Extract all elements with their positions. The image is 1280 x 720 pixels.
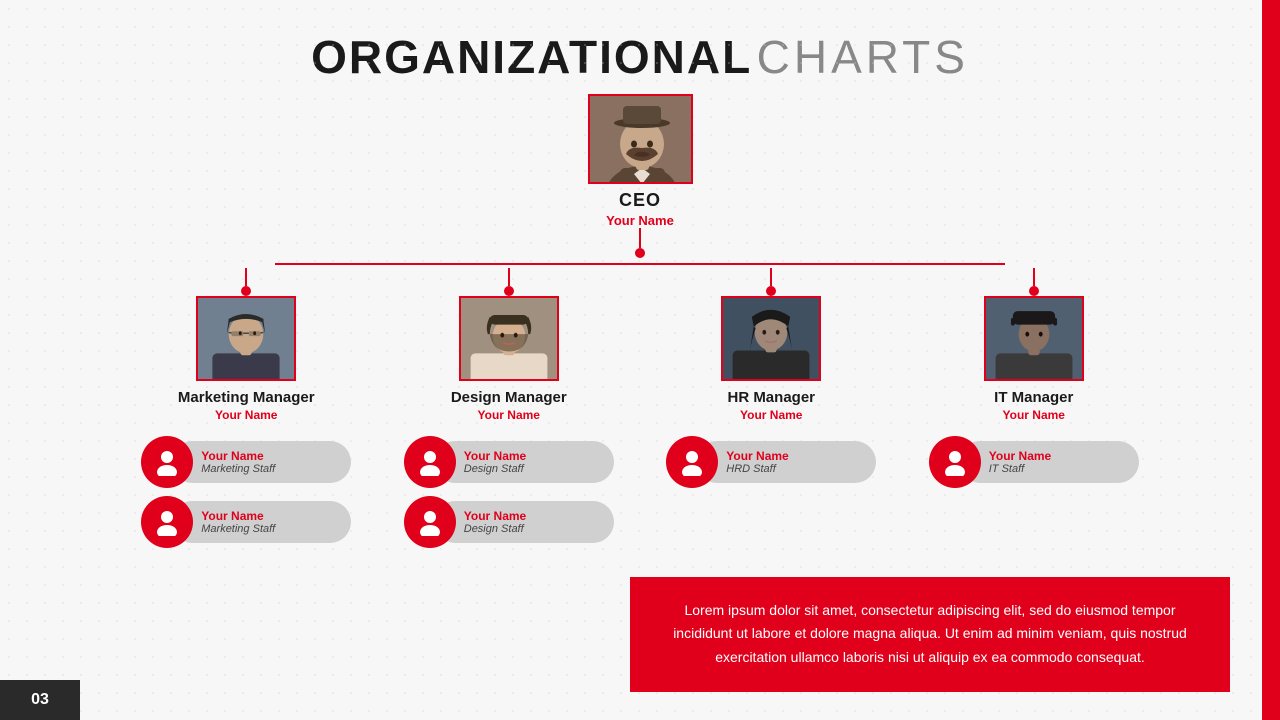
staff-avatar (666, 436, 718, 488)
title-area: ORGANIZATIONAL CHARTS (0, 0, 1280, 84)
staff-role: Marketing Staff (201, 523, 337, 535)
ceo-role-label: CEO (619, 190, 661, 211)
v-connector (245, 268, 247, 286)
staff-avatar (141, 436, 193, 488)
staff-list-hr: Your NameHRD Staff (666, 436, 876, 488)
horizontal-connector (160, 258, 1120, 268)
manager-photo-hr (721, 296, 821, 381)
ceo-photo (588, 94, 693, 184)
managers-row: Marketing ManagerYour Name Your NameMark… (115, 268, 1165, 548)
staff-info: Your NameDesign Staff (434, 441, 614, 483)
staff-name: Your Name (201, 449, 337, 463)
staff-card: Your NameDesign Staff (404, 436, 614, 488)
staff-name: Your Name (726, 449, 862, 463)
staff-role: IT Staff (989, 463, 1125, 475)
staff-avatar (404, 496, 456, 548)
staff-avatar (141, 496, 193, 548)
staff-avatar (929, 436, 981, 488)
staff-info: Your NameMarketing Staff (171, 441, 351, 483)
staff-role: Design Staff (464, 463, 600, 475)
manager-name-marketing: Your Name (215, 408, 277, 422)
ceo-connector-line (639, 228, 641, 248)
staff-role: Marketing Staff (201, 463, 337, 475)
connector-dot (241, 286, 251, 296)
staff-card: Your NameIT Staff (929, 436, 1139, 488)
staff-name: Your Name (464, 509, 600, 523)
staff-name: Your Name (464, 449, 600, 463)
v-connector (770, 268, 772, 286)
ceo-node: CEO Your Name (588, 94, 693, 228)
staff-role: Design Staff (464, 523, 600, 535)
manager-name-it: Your Name (1003, 408, 1065, 422)
staff-list-marketing: Your NameMarketing Staff Your NameMarket… (141, 436, 351, 548)
org-chart: CEO Your Name Marketing Manager Your Name… (0, 94, 1280, 548)
page-number: 03 (0, 680, 80, 720)
manager-title-design: Design Manager (451, 389, 567, 406)
manager-photo-design (459, 296, 559, 381)
staff-info: Your NameIT Staff (959, 441, 1139, 483)
staff-info: Your NameDesign Staff (434, 501, 614, 543)
staff-card: Your NameMarketing Staff (141, 436, 351, 488)
staff-card: Your NameMarketing Staff (141, 496, 351, 548)
manager-node-hr: HR ManagerYour Name Your NameHRD Staff (651, 268, 891, 548)
connector-dot (1029, 286, 1039, 296)
manager-node-design: Design ManagerYour Name Your NameDesign … (389, 268, 629, 548)
staff-card: Your NameDesign Staff (404, 496, 614, 548)
connector-dot (766, 286, 776, 296)
lorem-text: Lorem ipsum dolor sit amet, consectetur … (660, 599, 1200, 670)
h-line (275, 263, 1005, 265)
manager-photo-it (984, 296, 1084, 381)
connector-dot (504, 286, 514, 296)
manager-name-hr: Your Name (740, 408, 802, 422)
staff-avatar (404, 436, 456, 488)
staff-name: Your Name (989, 449, 1125, 463)
v-connector (508, 268, 510, 286)
manager-title-marketing: Marketing Manager (178, 389, 315, 406)
staff-name: Your Name (201, 509, 337, 523)
manager-name-design: Your Name (478, 408, 540, 422)
lorem-box: Lorem ipsum dolor sit amet, consectetur … (630, 577, 1230, 692)
staff-list-it: Your NameIT Staff (929, 436, 1139, 488)
staff-card: Your NameHRD Staff (666, 436, 876, 488)
ceo-name: Your Name (606, 213, 674, 228)
title-light: CHARTS (757, 31, 969, 83)
manager-photo-marketing (196, 296, 296, 381)
staff-info: Your NameMarketing Staff (171, 501, 351, 543)
staff-role: HRD Staff (726, 463, 862, 475)
manager-title-hr: HR Manager (727, 389, 815, 406)
staff-info: Your NameHRD Staff (696, 441, 876, 483)
title-bold: ORGANIZATIONAL (311, 31, 752, 83)
manager-title-it: IT Manager (994, 389, 1073, 406)
v-connector (1033, 268, 1035, 286)
staff-list-design: Your NameDesign Staff Your NameDesign St… (404, 436, 614, 548)
manager-node-marketing: Marketing ManagerYour Name Your NameMark… (126, 268, 366, 548)
manager-node-it: IT ManagerYour Name Your NameIT Staff (914, 268, 1154, 548)
ceo-dot (635, 248, 645, 258)
